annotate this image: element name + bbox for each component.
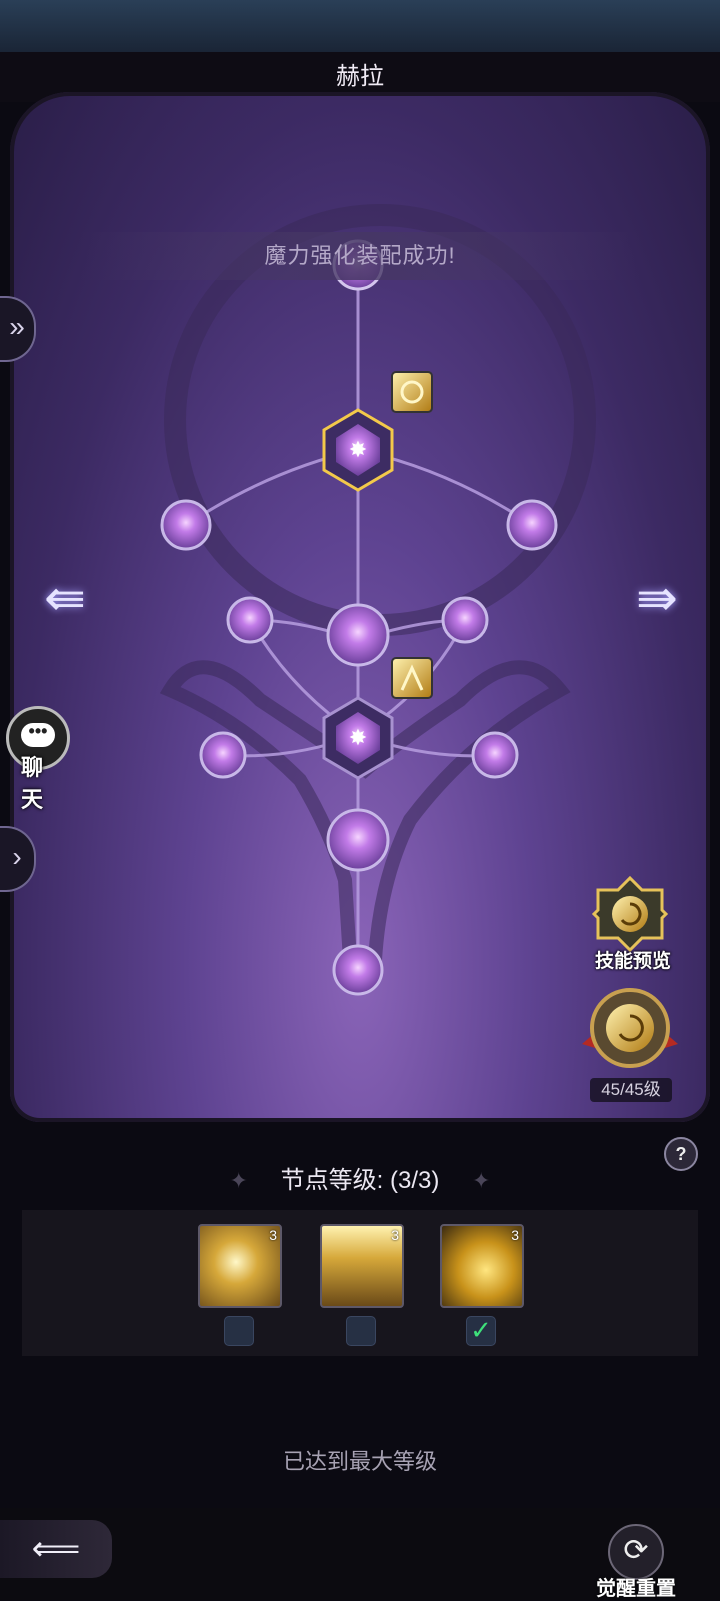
- chat-label: 聊 天: [20, 755, 47, 812]
- skill-option-1[interactable]: 3: [198, 1224, 282, 1308]
- node-center-mid[interactable]: [326, 603, 390, 667]
- decor-star-icon: ✦: [472, 1168, 491, 1193]
- node-right-lower[interactable]: [471, 731, 519, 779]
- node-left-mid[interactable]: [226, 596, 274, 644]
- awakening-level-label: 45/45级: [590, 1078, 672, 1102]
- skill-select-checkbox-3-checked[interactable]: ✓: [466, 1316, 496, 1346]
- hex-node-upper[interactable]: ✸: [322, 408, 394, 492]
- node-center-lower[interactable]: [326, 808, 390, 872]
- skill-preview-label[interactable]: 技能预览: [588, 946, 678, 973]
- node-left-upper[interactable]: [160, 499, 212, 551]
- skill-select-checkbox-2[interactable]: [346, 1316, 376, 1346]
- decor-star-icon: ✦: [229, 1168, 248, 1193]
- chat-icon: •••: [21, 722, 55, 747]
- hex-node-lower[interactable]: ✸: [322, 696, 394, 780]
- max-level-message: 已达到最大等级: [282, 1449, 437, 1474]
- back-button[interactable]: ⟸: [0, 1520, 112, 1578]
- skill-level: 3: [511, 1227, 519, 1243]
- node-bottom[interactable]: [332, 944, 384, 996]
- svg-text:✸: ✸: [349, 438, 367, 463]
- node-level-label: 节点等级: (3/3): [280, 1167, 440, 1194]
- awakening-level-emblem-icon[interactable]: [578, 982, 682, 1082]
- next-hero-arrow-icon[interactable]: ⇛: [636, 568, 678, 628]
- prev-hero-arrow-icon[interactable]: ⇚: [44, 568, 86, 628]
- skill-preview-icon[interactable]: [592, 876, 668, 952]
- skill-option-2[interactable]: 3: [320, 1224, 404, 1308]
- equipped-skill-badge-lower[interactable]: [391, 657, 433, 699]
- skill-option-3[interactable]: 3: [440, 1224, 524, 1308]
- node-level-row: ✦ 节点等级: (3/3) ✦: [0, 1160, 720, 1195]
- skill-select-checkbox-1[interactable]: [224, 1316, 254, 1346]
- svg-text:✸: ✸: [349, 726, 367, 751]
- skill-level: 3: [391, 1227, 399, 1243]
- node-right-upper[interactable]: [506, 499, 558, 551]
- skill-level: 3: [269, 1227, 277, 1243]
- node-right-mid[interactable]: [441, 596, 489, 644]
- equipped-skill-badge-upper[interactable]: [391, 371, 433, 413]
- node-left-lower[interactable]: [199, 731, 247, 779]
- toast-message: 魔力强化装配成功!: [80, 232, 640, 280]
- awakening-reset-label[interactable]: 觉醒重置: [586, 1572, 686, 1601]
